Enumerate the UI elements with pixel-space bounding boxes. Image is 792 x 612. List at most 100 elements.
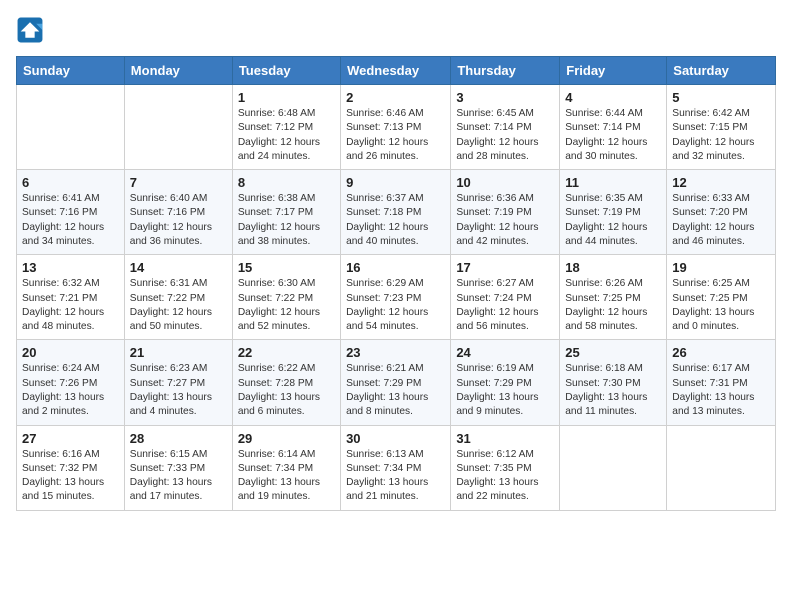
day-number: 8 — [238, 175, 335, 190]
day-info: Sunrise: 6:18 AM Sunset: 7:30 PM Dayligh… — [565, 362, 661, 419]
day-info: Sunrise: 6:26 AM Sunset: 7:25 PM Dayligh… — [565, 277, 661, 334]
calendar-cell: 18 Sunrise: 6:26 AM Sunset: 7:25 PM Dayli… — [560, 255, 667, 340]
day-info: Sunrise: 6:42 AM Sunset: 7:15 PM Dayligh… — [672, 107, 770, 164]
calendar-week-1: 1 Sunrise: 6:48 AM Sunset: 7:12 PM Daylig… — [17, 85, 776, 170]
calendar-cell — [17, 85, 125, 170]
weekday-header-monday: Monday — [124, 57, 232, 85]
calendar-cell: 27 Sunrise: 6:16 AM Sunset: 7:32 PM Dayli… — [17, 425, 125, 510]
day-number: 27 — [22, 431, 119, 446]
weekday-header-friday: Friday — [560, 57, 667, 85]
calendar-cell — [667, 425, 776, 510]
day-info: Sunrise: 6:15 AM Sunset: 7:33 PM Dayligh… — [130, 448, 227, 505]
day-number: 30 — [346, 431, 445, 446]
day-info: Sunrise: 6:33 AM Sunset: 7:20 PM Dayligh… — [672, 192, 770, 249]
calendar-cell: 28 Sunrise: 6:15 AM Sunset: 7:33 PM Dayli… — [124, 425, 232, 510]
day-number: 12 — [672, 175, 770, 190]
day-number: 20 — [22, 345, 119, 360]
day-info: Sunrise: 6:36 AM Sunset: 7:19 PM Dayligh… — [456, 192, 554, 249]
day-number: 31 — [456, 431, 554, 446]
day-number: 28 — [130, 431, 227, 446]
calendar-cell: 21Sunrise: 6:23 AM Sunset: 7:27 PM Dayli… — [124, 340, 232, 425]
day-info: Sunrise: 6:17 AM Sunset: 7:31 PM Dayligh… — [672, 362, 770, 419]
calendar-cell: 2 Sunrise: 6:46 AM Sunset: 7:13 PM Daylig… — [341, 85, 451, 170]
day-info: Sunrise: 6:35 AM Sunset: 7:19 PM Dayligh… — [565, 192, 661, 249]
calendar-cell: 6Sunrise: 6:41 AM Sunset: 7:16 PM Daylig… — [17, 170, 125, 255]
calendar-cell: 12 Sunrise: 6:33 AM Sunset: 7:20 PM Dayli… — [667, 170, 776, 255]
day-number: 9 — [346, 175, 445, 190]
calendar-week-3: 13 Sunrise: 6:32 AM Sunset: 7:21 PM Dayli… — [17, 255, 776, 340]
calendar-cell: 31 Sunrise: 6:12 AM Sunset: 7:35 PM Dayli… — [451, 425, 560, 510]
calendar-cell: 15Sunrise: 6:30 AM Sunset: 7:22 PM Dayli… — [232, 255, 340, 340]
calendar-cell: 4Sunrise: 6:44 AM Sunset: 7:14 PM Daylig… — [560, 85, 667, 170]
day-number: 2 — [346, 90, 445, 105]
weekday-header-saturday: Saturday — [667, 57, 776, 85]
calendar-cell: 16Sunrise: 6:29 AM Sunset: 7:23 PM Dayli… — [341, 255, 451, 340]
day-info: Sunrise: 6:44 AM Sunset: 7:14 PM Dayligh… — [565, 107, 661, 164]
calendar-cell: 9 Sunrise: 6:37 AM Sunset: 7:18 PM Daylig… — [341, 170, 451, 255]
day-number: 11 — [565, 175, 661, 190]
day-number: 17 — [456, 260, 554, 275]
day-number: 19 — [672, 260, 770, 275]
day-number: 23 — [346, 345, 445, 360]
day-number: 29 — [238, 431, 335, 446]
day-info: Sunrise: 6:16 AM Sunset: 7:32 PM Dayligh… — [22, 448, 119, 505]
calendar-cell: 17 Sunrise: 6:27 AM Sunset: 7:24 PM Dayli… — [451, 255, 560, 340]
day-info: Sunrise: 6:41 AM Sunset: 7:16 PM Dayligh… — [22, 192, 119, 249]
calendar-cell: 29Sunrise: 6:14 AM Sunset: 7:34 PM Dayli… — [232, 425, 340, 510]
day-info: Sunrise: 6:19 AM Sunset: 7:29 PM Dayligh… — [456, 362, 554, 419]
day-number: 3 — [456, 90, 554, 105]
day-info: Sunrise: 6:12 AM Sunset: 7:35 PM Dayligh… — [456, 448, 554, 505]
calendar-cell — [560, 425, 667, 510]
calendar-cell — [124, 85, 232, 170]
calendar-cell: 23Sunrise: 6:21 AM Sunset: 7:29 PM Dayli… — [341, 340, 451, 425]
calendar-cell: 5 Sunrise: 6:42 AM Sunset: 7:15 PM Daylig… — [667, 85, 776, 170]
day-info: Sunrise: 6:32 AM Sunset: 7:21 PM Dayligh… — [22, 277, 119, 334]
day-number: 24 — [456, 345, 554, 360]
calendar-cell: 8 Sunrise: 6:38 AM Sunset: 7:17 PM Daylig… — [232, 170, 340, 255]
calendar-week-2: 6Sunrise: 6:41 AM Sunset: 7:16 PM Daylig… — [17, 170, 776, 255]
day-number: 10 — [456, 175, 554, 190]
logo-icon — [16, 16, 44, 44]
calendar-cell: 1 Sunrise: 6:48 AM Sunset: 7:12 PM Daylig… — [232, 85, 340, 170]
calendar-cell: 20 Sunrise: 6:24 AM Sunset: 7:26 PM Dayli… — [17, 340, 125, 425]
day-info: Sunrise: 6:46 AM Sunset: 7:13 PM Dayligh… — [346, 107, 445, 164]
day-number: 7 — [130, 175, 227, 190]
day-number: 25 — [565, 345, 661, 360]
calendar-cell: 14 Sunrise: 6:31 AM Sunset: 7:22 PM Dayli… — [124, 255, 232, 340]
calendar-cell: 19Sunrise: 6:25 AM Sunset: 7:25 PM Dayli… — [667, 255, 776, 340]
day-number: 15 — [238, 260, 335, 275]
calendar-table: SundayMondayTuesdayWednesdayThursdayFrid… — [16, 56, 776, 511]
day-info: Sunrise: 6:48 AM Sunset: 7:12 PM Dayligh… — [238, 107, 335, 164]
day-number: 5 — [672, 90, 770, 105]
calendar-cell: 25 Sunrise: 6:18 AM Sunset: 7:30 PM Dayli… — [560, 340, 667, 425]
day-number: 14 — [130, 260, 227, 275]
calendar-cell: 13 Sunrise: 6:32 AM Sunset: 7:21 PM Dayli… — [17, 255, 125, 340]
day-number: 13 — [22, 260, 119, 275]
weekday-header-tuesday: Tuesday — [232, 57, 340, 85]
day-number: 18 — [565, 260, 661, 275]
day-info: Sunrise: 6:29 AM Sunset: 7:23 PM Dayligh… — [346, 277, 445, 334]
calendar-cell: 7 Sunrise: 6:40 AM Sunset: 7:16 PM Daylig… — [124, 170, 232, 255]
calendar-cell: 24 Sunrise: 6:19 AM Sunset: 7:29 PM Dayli… — [451, 340, 560, 425]
calendar-cell: 3 Sunrise: 6:45 AM Sunset: 7:14 PM Daylig… — [451, 85, 560, 170]
day-number: 26 — [672, 345, 770, 360]
day-info: Sunrise: 6:27 AM Sunset: 7:24 PM Dayligh… — [456, 277, 554, 334]
calendar-cell: 30 Sunrise: 6:13 AM Sunset: 7:34 PM Dayli… — [341, 425, 451, 510]
weekday-header-wednesday: Wednesday — [341, 57, 451, 85]
day-info: Sunrise: 6:23 AM Sunset: 7:27 PM Dayligh… — [130, 362, 227, 419]
calendar-cell: 22Sunrise: 6:22 AM Sunset: 7:28 PM Dayli… — [232, 340, 340, 425]
day-info: Sunrise: 6:37 AM Sunset: 7:18 PM Dayligh… — [346, 192, 445, 249]
calendar-cell: 10 Sunrise: 6:36 AM Sunset: 7:19 PM Dayli… — [451, 170, 560, 255]
day-info: Sunrise: 6:45 AM Sunset: 7:14 PM Dayligh… — [456, 107, 554, 164]
day-info: Sunrise: 6:38 AM Sunset: 7:17 PM Dayligh… — [238, 192, 335, 249]
day-number: 1 — [238, 90, 335, 105]
day-info: Sunrise: 6:40 AM Sunset: 7:16 PM Dayligh… — [130, 192, 227, 249]
calendar-cell: 11 Sunrise: 6:35 AM Sunset: 7:19 PM Dayli… — [560, 170, 667, 255]
calendar-week-5: 27 Sunrise: 6:16 AM Sunset: 7:32 PM Dayli… — [17, 425, 776, 510]
day-info: Sunrise: 6:31 AM Sunset: 7:22 PM Dayligh… — [130, 277, 227, 334]
header — [16, 16, 776, 44]
calendar-week-4: 20 Sunrise: 6:24 AM Sunset: 7:26 PM Dayli… — [17, 340, 776, 425]
day-info: Sunrise: 6:13 AM Sunset: 7:34 PM Dayligh… — [346, 448, 445, 505]
logo — [16, 16, 48, 44]
day-info: Sunrise: 6:24 AM Sunset: 7:26 PM Dayligh… — [22, 362, 119, 419]
